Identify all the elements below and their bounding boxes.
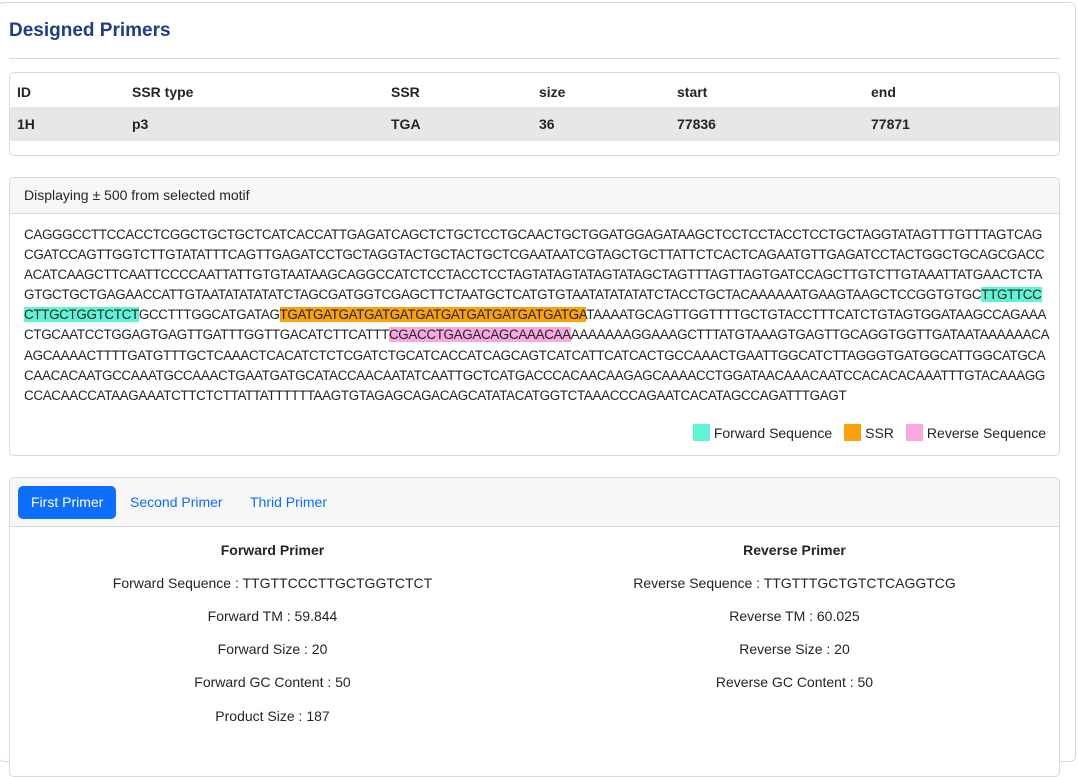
sequence-card-header: Displaying ± 500 from selected motif — [10, 178, 1059, 214]
table-row: 1H p3 TGA 36 77836 77871 — [10, 107, 1059, 141]
column-header-ssr-type: SSR type — [132, 84, 194, 100]
sequence-text: CAGGGCCTTCCACCTCGGCTGCTGCTCATCACCATTGAGA… — [24, 225, 1050, 406]
cell-start: 77836 — [677, 116, 716, 132]
forward-swatch-icon — [692, 424, 710, 441]
reverse-swatch-icon — [905, 424, 923, 441]
legend-ssr-label: SSR — [865, 424, 894, 441]
column-header-id: ID — [17, 84, 31, 100]
reverse-size: Reverse Size : 20 — [739, 641, 850, 657]
primer-card: First Primer Second Primer Thrid Primer … — [9, 477, 1060, 777]
legend-forward-label: Forward Sequence — [713, 424, 833, 441]
title-divider — [9, 58, 1060, 59]
sequence-card: Displaying ± 500 from selected motif CAG… — [9, 177, 1060, 456]
table-header-row: ID SSR type SSR size start end — [10, 75, 1059, 109]
ssr-highlight: TGATGATGATGATGATGATGATGATGATGATGATGA — [279, 307, 587, 323]
forward-tm: Forward TM : 59.844 — [207, 608, 338, 624]
forward-gc-content: Forward GC Content : 50 — [194, 674, 351, 690]
tab-first-primer[interactable]: First Primer — [18, 486, 117, 519]
forward-sequence: Forward Sequence : TTGTTCCCTTGCTGGTCTCT — [112, 575, 433, 591]
cell-size: 36 — [539, 116, 555, 132]
forward-primer-heading: Forward Primer — [220, 542, 325, 558]
reverse-primer-heading: Reverse Primer — [743, 542, 846, 558]
cell-ssr: TGA — [391, 116, 421, 132]
legend-reverse: Reverse Sequence — [905, 424, 1046, 441]
sequence-legend: Forward Sequence SSR Reverse Sequence — [681, 424, 1046, 441]
ssr-swatch-icon — [844, 424, 862, 441]
legend-forward: Forward Sequence — [692, 424, 833, 441]
tab-third-primer[interactable]: Thrid Primer — [237, 486, 340, 519]
sequence-header-text: Displaying ± 500 from selected motif — [24, 187, 250, 203]
cell-ssr-type: p3 — [132, 116, 149, 132]
sequence-middle-1: GCCTTTGGCATGATAG — [138, 307, 280, 323]
legend-ssr: SSR — [844, 424, 894, 441]
column-header-ssr: SSR — [391, 84, 420, 100]
reverse-tm: Reverse TM : 60.025 — [729, 608, 860, 624]
primer-tabs: First Primer Second Primer Thrid Primer — [10, 478, 1059, 527]
ssr-table: ID SSR type SSR size start end 1H p3 TGA… — [9, 72, 1060, 156]
forward-size: Forward Size : 20 — [217, 641, 328, 657]
column-header-end: end — [871, 84, 896, 100]
reverse-gc-content: Reverse GC Content : 50 — [715, 674, 874, 690]
cell-id: 1H — [17, 116, 35, 132]
page-title: Designed Primers — [9, 20, 171, 41]
product-size: Product Size : 187 — [215, 708, 330, 724]
reverse-sequence: Reverse Sequence : TTGTTTGCTGTCTCAGGTCG — [633, 575, 956, 591]
results-panel: Designed Primers ID SSR type SSR size st… — [0, 2, 1076, 777]
sequence-upstream: CAGGGCCTTCCACCTCGGCTGCTGCTCATCACCATTGAGA… — [24, 227, 1045, 303]
legend-reverse-label: Reverse Sequence — [926, 424, 1046, 441]
tab-second-primer[interactable]: Second Primer — [117, 486, 236, 519]
column-header-start: start — [677, 84, 708, 100]
cell-end: 77871 — [871, 116, 910, 132]
column-header-size: size — [539, 84, 566, 100]
reverse-sequence-highlight: CGACCTGAGACAGCAAACAA — [388, 327, 571, 343]
